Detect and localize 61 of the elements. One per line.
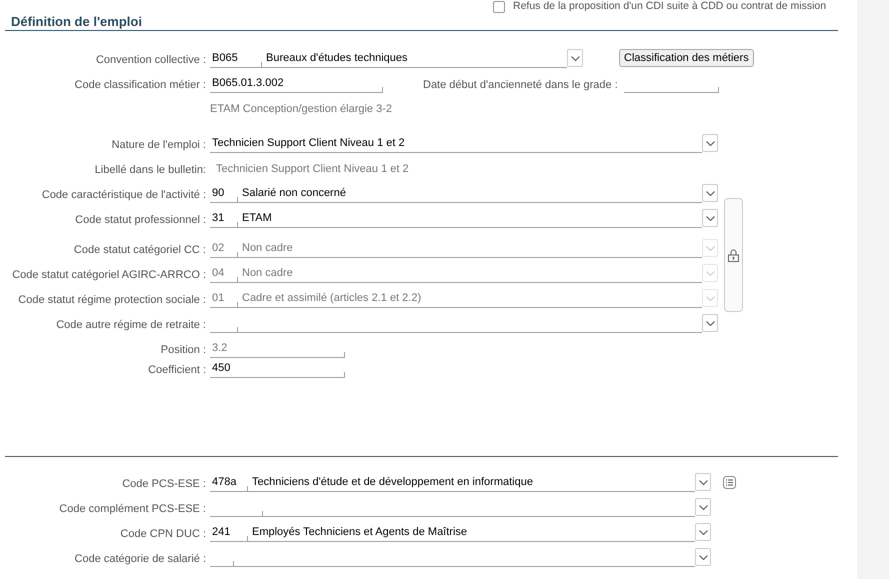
list-button[interactable] [721,473,737,491]
dropdown-button[interactable] [695,473,711,491]
select-field[interactable]: Bureaux d'études techniques [262,49,567,68]
padlock-icon [728,248,739,262]
dropdown-button[interactable] [695,523,711,541]
field-label: Code classification métier : [74,78,207,93]
dropdown-button[interactable] [702,314,718,332]
chevron-down-icon [706,216,714,220]
chevron-down-icon [706,270,714,276]
field-label: Libellé dans le bulletin: [94,163,207,178]
code-field[interactable]: 478a [210,473,248,492]
dropdown-button[interactable] [702,184,718,202]
chevron-down-icon [698,554,708,560]
field-label: Code statut catégoriel CC : [72,243,207,258]
code-field[interactable]: B065 [210,49,262,68]
field-label: Nature de l'emploi : [110,138,207,153]
chevron-down-icon [706,140,714,146]
chevron-down-icon [706,296,714,300]
field-label: Code complément PCS-ESE : [58,502,207,517]
code-field[interactable]: 31 [210,209,238,228]
field-label: Code statut catégoriel AGIRC-ARRCO : [11,268,207,283]
list-icon [722,476,736,488]
field-label: Date début d'ancienneté dans le grade : [423,78,619,93]
dropdown-button[interactable] [702,134,718,152]
dropdown-button[interactable] [567,49,583,67]
field-label: Code catégorie de salarié : [74,552,207,567]
chevron-down-icon [706,190,714,196]
classification-note: ETAM Conception/gestion élargie 3-2 [210,102,392,116]
checkbox[interactable] [493,1,505,13]
field-value: Technicien Support Client Niveau 1 et 2 [215,162,409,177]
text-field[interactable]: B065.01.3.002 [210,74,383,93]
chevron-down-icon [570,56,580,60]
field-label: Convention collective : [94,53,207,68]
dropdown-button[interactable] [702,209,718,227]
field-label: Code statut régime protection sociale : [17,293,207,308]
field-label: Code CPN DUC : [119,527,207,542]
lock-button[interactable] [724,198,743,312]
checkbox-label: Refus de la proposition d'un CDI suite à CDD ou contrat de mission [513,0,826,14]
field-label: Code autre régime de retraite : [55,318,207,333]
classification-button[interactable]: Classification des métiers [619,49,754,67]
section-title: Définition de l'emploi [5,14,838,31]
select-field[interactable]: Techniciens d'étude et de développement en informatique [248,473,695,492]
field-label: Coefficient : [147,363,207,378]
dropdown-button[interactable] [695,498,711,516]
select-field[interactable]: Technicien Support Client Niveau 1 et 2 [210,134,702,153]
chevron-down-icon [706,320,714,326]
select-field[interactable]: Salarié non concerné [238,184,702,203]
select-field[interactable]: ETAM [238,209,702,228]
code-field[interactable]: 90 [210,184,238,203]
code-field[interactable]: 241 [210,523,248,542]
field-label: Code PCS-ESE : [121,477,207,492]
chevron-down-icon [706,246,714,250]
field-label: Code statut professionnel : [74,213,207,228]
chevron-down-icon [698,504,708,510]
chevron-down-icon [698,530,708,534]
field-label: Position : [160,343,207,358]
field-label: Code caractéristique de l'activité : [40,188,207,203]
chevron-down-icon [698,480,708,484]
text-field[interactable]: 450 [210,359,345,378]
select-field[interactable]: Employés Techniciens et Agents de Maîtrise [248,523,695,542]
dropdown-button[interactable] [695,548,711,566]
